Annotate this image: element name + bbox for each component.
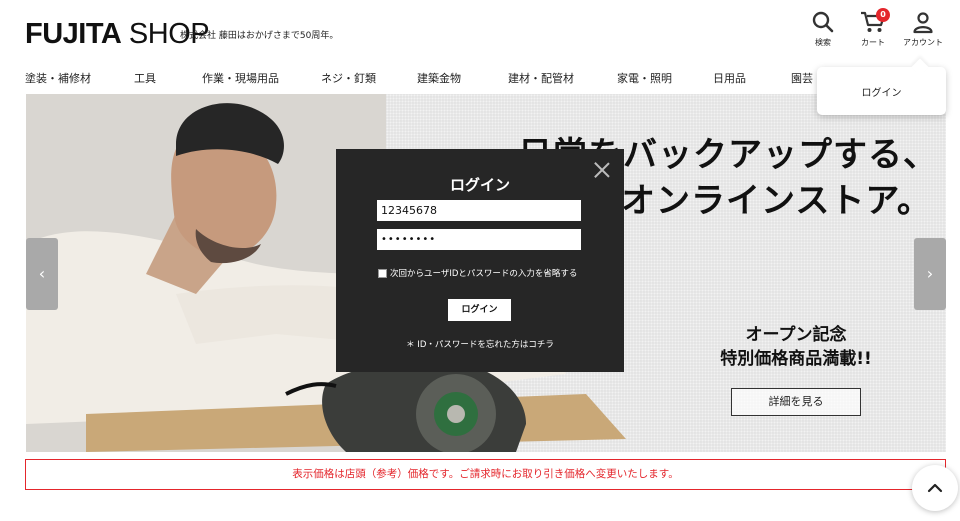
tagline: 株式会社 藤田はおかげさまで50周年。 bbox=[180, 31, 339, 41]
price-notice: 表示価格は店頭（参考）価格です。ご請求時にお取り引き価格へ変更いたします。 bbox=[25, 459, 946, 490]
category-nav: 塗装・補修材 工具 作業・現場用品 ネジ・釘類 建築金物 建材・配管材 家電・照… bbox=[0, 64, 960, 92]
nav-item-tools[interactable]: 工具 bbox=[134, 70, 156, 86]
remember-me-label: 次回からユーザIDとパスワードの入力を省略する bbox=[390, 269, 578, 279]
nav-item-gardening[interactable]: 園芸 bbox=[791, 70, 813, 86]
search-icon bbox=[812, 11, 834, 33]
account-label: アカウント bbox=[903, 38, 943, 47]
nav-item-screws[interactable]: ネジ・釘類 bbox=[321, 70, 376, 86]
password-input[interactable] bbox=[377, 229, 581, 250]
dropdown-login-link[interactable]: ログイン bbox=[817, 84, 946, 99]
nav-item-hardware[interactable]: 建築金物 bbox=[417, 70, 461, 86]
nav-item-worksite[interactable]: 作業・現場用品 bbox=[202, 70, 279, 86]
nav-item-building-materials[interactable]: 建材・配管材 bbox=[508, 70, 574, 86]
detail-button[interactable]: 詳細を見る bbox=[731, 388, 861, 416]
cart-button[interactable]: 0 カート bbox=[848, 8, 898, 48]
account-button[interactable]: アカウント bbox=[898, 10, 948, 48]
forgot-password-link[interactable]: ＊ ID・パスワードを忘れた方はコチラ bbox=[336, 338, 624, 350]
cart-label: カート bbox=[861, 38, 885, 47]
nav-item-appliances[interactable]: 家電・照明 bbox=[617, 70, 672, 86]
nav-item-paint[interactable]: 塗装・補修材 bbox=[25, 70, 91, 86]
login-submit-button[interactable]: ログイン bbox=[448, 299, 511, 321]
search-button[interactable]: 検索 bbox=[798, 10, 848, 48]
nav-item-daily-goods[interactable]: 日用品 bbox=[713, 70, 746, 86]
login-modal-title: ログイン bbox=[449, 176, 510, 194]
logo-bold-text: FUJITA bbox=[25, 18, 122, 50]
carousel-prev-button[interactable]: ‹ bbox=[26, 238, 58, 310]
close-icon[interactable] bbox=[594, 162, 610, 178]
chevron-up-icon bbox=[927, 483, 943, 493]
user-id-input[interactable] bbox=[377, 200, 581, 221]
remember-me-checkbox[interactable]: 次回からユーザIDとパスワードの入力を省略する bbox=[378, 267, 577, 279]
search-label: 検索 bbox=[815, 38, 831, 47]
promo-line1: オープン記念 bbox=[745, 325, 847, 345]
login-modal: ログイン 次回からユーザIDとパスワードの入力を省略する ログイン ＊ ID・パ… bbox=[336, 149, 624, 372]
site-header: FUJITA SHOP 株式会社 藤田はおかげさまで50周年。 検索 0 カート… bbox=[0, 0, 960, 64]
promo-text: オープン記念 特別価格商品満載!! bbox=[686, 323, 906, 371]
promo-line2: 特別価格商品満載!! bbox=[720, 349, 872, 369]
user-icon bbox=[913, 12, 933, 34]
back-to-top-button[interactable] bbox=[912, 465, 958, 511]
account-dropdown: ログイン bbox=[817, 67, 946, 115]
carousel-next-button[interactable]: › bbox=[914, 238, 946, 310]
cart-count-badge: 0 bbox=[876, 8, 890, 22]
checkbox-icon[interactable] bbox=[378, 268, 387, 278]
